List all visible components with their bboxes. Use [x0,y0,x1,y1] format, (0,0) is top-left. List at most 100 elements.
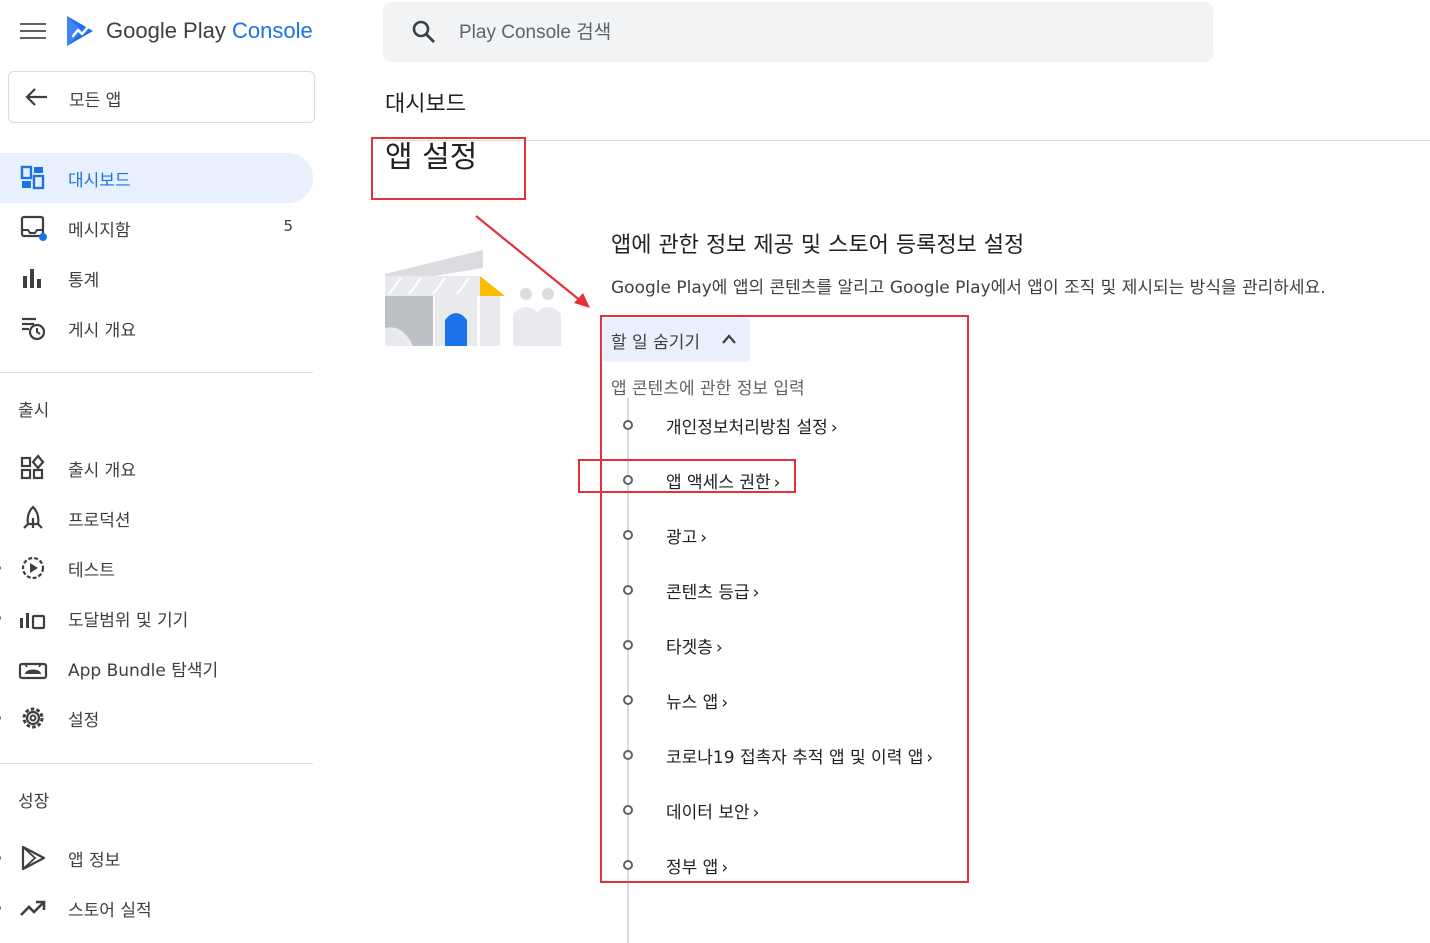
task-text: 타겟층 [666,638,713,658]
task-text: 개인정보처리방침 설정 [666,418,828,438]
all-apps-label: 모든 앱 [69,91,122,111]
task-text: 데이터 보안 [666,803,750,823]
task-data-safety[interactable]: 데이터 보안 › [620,795,1020,825]
task-text: 앱 액세스 권한 [666,473,771,493]
task-text: 정부 앱 [666,858,719,878]
sidebar-item-label: 앱 정보 [68,851,121,871]
sidebar-item-label: 메시지함 [68,221,131,241]
task-link-label: 광고 › [666,523,707,548]
sidebar-item-app-info[interactable]: 앱 정보 [0,833,313,883]
sidebar-item-label: 설정 [68,711,100,731]
sidebar-item-app-bundle-explorer[interactable]: App Bundle 탐색기 [0,643,313,693]
sidebar-item-release-overview[interactable]: 출시 개요 [0,443,313,493]
sidebar-item-testing[interactable]: 테스트 [0,543,313,593]
task-link-label: 코로나19 접촉자 추적 앱 및 이력 앱 › [666,743,933,768]
expand-dot [0,616,1,620]
header-divider [383,140,1430,141]
sidebar-item-production[interactable]: 프로덕션 [0,493,313,543]
task-status-dot [623,420,633,430]
sidebar-divider [0,372,313,373]
task-privacy-policy[interactable]: 개인정보처리방침 설정 › [620,410,1020,440]
inbox-icon [20,215,47,241]
task-content-rating[interactable]: 콘텐츠 등급 › [620,575,1020,605]
inbox-count-badge: 5 [283,217,293,235]
task-status-dot [623,640,633,650]
card-title: 앱에 관한 정보 제공 및 스토어 등록정보 설정 [611,233,1025,258]
release-section-header: 출시 [18,401,50,421]
chevron-right-icon: › [926,748,934,768]
release-overview-icon [20,454,45,480]
expand-dot [0,566,1,570]
all-apps-button[interactable]: 모든 앱 [8,71,315,123]
sidebar-item-reach-devices[interactable]: 도달범위 및 기기 [0,593,313,643]
sidebar-item-label: 스토어 실적 [68,901,152,921]
task-link-label: 뉴스 앱 › [666,688,728,713]
task-target-audience[interactable]: 타겟층 › [620,630,1020,660]
brand-prefix: Google Play [106,18,226,43]
sidebar-item-dashboard[interactable]: 대시보드 [0,153,313,203]
task-covid-apps[interactable]: 코로나19 접촉자 추적 앱 및 이력 앱 › [620,740,1020,770]
sidebar-item-label: 통계 [68,271,100,291]
chevron-right-icon: › [715,638,723,658]
task-text: 코로나19 접촉자 추적 앱 및 이력 앱 [666,748,924,768]
task-status-dot [623,585,633,595]
sidebar-item-publishing[interactable]: 게시 개요 [0,303,313,353]
testing-icon [21,556,45,580]
sidebar-item-label: 대시보드 [68,171,131,191]
sidebar-item-statistics[interactable]: 통계 [0,253,313,303]
task-app-access[interactable]: 앱 액세스 권한 › [620,465,1020,495]
chevron-right-icon: › [773,473,781,493]
sidebar-item-label: 도달범위 및 기기 [68,611,189,631]
hide-tasks-label: 할 일 숨기기 [611,333,701,353]
chevron-right-icon: › [752,803,760,823]
arrow-back-icon [25,88,47,106]
search-input[interactable] [459,18,1159,48]
task-ads[interactable]: 광고 › [620,520,1020,550]
task-link-label: 타겟층 › [666,633,723,658]
chevron-right-icon: › [721,858,729,878]
task-link-label: 콘텐츠 등급 › [666,578,759,603]
task-news-app[interactable]: 뉴스 앱 › [620,685,1020,715]
play-icon [21,845,46,871]
play-console-logo [67,16,93,46]
sidebar-item-label: App Bundle 탐색기 [68,661,219,681]
menu-icon[interactable] [20,20,46,42]
task-status-dot [623,750,633,760]
page-title: 대시보드 [385,92,466,117]
app-setup-illustration [385,250,561,346]
section-title: 앱 설정 [385,140,478,175]
card-description: Google Play에 앱의 콘텐츠를 알리고 Google Play에서 앱… [611,278,1326,298]
task-link-label: 정부 앱 › [666,853,728,878]
chevron-right-icon: › [700,528,708,548]
task-link-label: 개인정보처리방침 설정 › [666,413,838,438]
bar-chart-icon [23,269,41,288]
task-government-apps[interactable]: 정부 앱 › [620,850,1020,880]
chevron-up-icon [722,334,736,344]
task-status-dot [623,860,633,870]
sidebar-item-inbox[interactable]: 메시지함 5 [0,203,313,253]
task-status-dot [623,805,633,815]
task-text: 콘텐츠 등급 [666,583,750,603]
play-console-page: Google Play Console 모든 앱 대시보드 메시지함 5 통계 … [0,0,1430,943]
gear-icon [22,707,44,729]
task-group-header: 앱 콘텐츠에 관한 정보 입력 [611,379,805,399]
expand-dot [0,906,1,910]
chevron-right-icon: › [830,418,838,438]
sidebar-item-label: 게시 개요 [68,321,136,341]
grow-section-header: 성장 [18,792,50,812]
sidebar-item-store-performance[interactable]: 스토어 실적 [0,883,313,933]
expand-dot [0,716,1,720]
brand-accent: Console [231,18,313,43]
sidebar-item-settings[interactable]: 설정 [0,693,313,743]
search-icon [412,20,435,43]
sidebar-item-label: 프로덕션 [68,511,131,531]
task-status-dot [623,475,633,485]
sidebar-item-label: 테스트 [68,561,115,581]
sidebar-divider [0,763,313,764]
android-icon [18,662,48,680]
sidebar-item-label: 출시 개요 [68,461,136,481]
production-icon [23,505,43,529]
task-text: 광고 [666,528,698,548]
publishing-icon [22,317,46,341]
hide-tasks-button[interactable]: 할 일 숨기기 [603,318,750,362]
